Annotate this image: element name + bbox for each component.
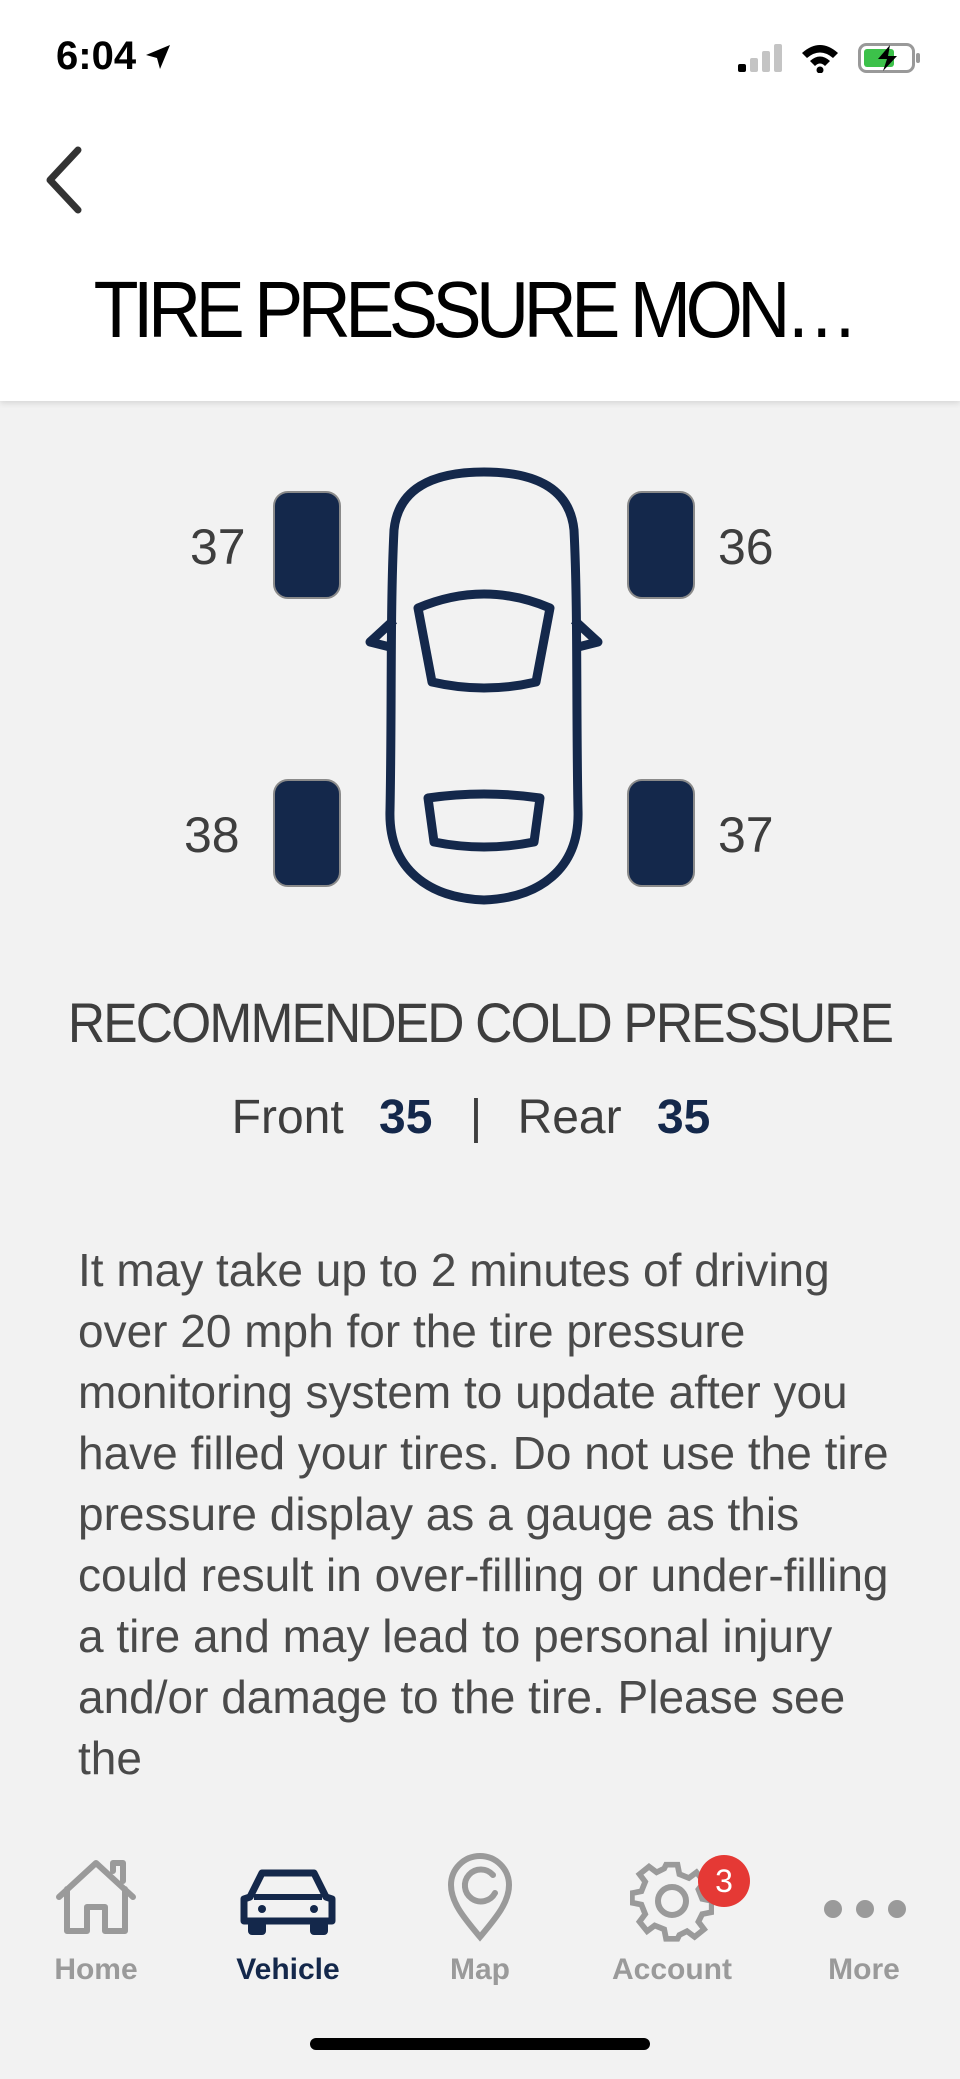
home-icon <box>56 1860 136 1934</box>
back-button[interactable] <box>38 140 98 220</box>
tab-more[interactable]: More <box>768 1815 960 1995</box>
tab-home-label: Home <box>54 1953 138 1986</box>
tire-front-right-value: 36 <box>718 519 774 575</box>
pressure-separator: | <box>469 1091 483 1144</box>
front-value: 35 <box>379 1091 433 1144</box>
tab-account-label: Account <box>612 1953 732 1986</box>
tire-front-left-value: 37 <box>190 519 246 575</box>
car-icon <box>240 1869 336 1935</box>
status-time: 6:04 <box>56 34 172 79</box>
tab-vehicle-label: Vehicle <box>236 1953 340 1986</box>
chevron-left-icon <box>46 146 82 214</box>
signal-icon <box>738 44 782 72</box>
tire-rear-left-value: 38 <box>184 807 240 863</box>
tire-rear-right-value: 37 <box>718 807 774 863</box>
more-icon <box>824 1900 906 1918</box>
wifi-icon <box>802 45 838 73</box>
battery-icon <box>858 43 920 73</box>
status-icons <box>738 42 922 74</box>
home-indicator <box>310 2038 650 2050</box>
tpms-info-text: It may take up to 2 minutes of driving o… <box>78 1244 889 1784</box>
tab-vehicle[interactable]: Vehicle <box>192 1815 384 1995</box>
recommended-heading: RECOMMENDED COLD PRESSURE <box>67 991 894 1054</box>
page-title: TIRE PRESSURE MONITORI... <box>93 270 867 350</box>
rear-value: 35 <box>656 1091 711 1144</box>
tab-home[interactable]: Home <box>0 1815 192 1995</box>
header: 6:04 TIRE PRESSURE MONITORI... <box>0 0 960 401</box>
recommended-pressure-row: Front 35 | Rear 35 <box>0 1090 960 1145</box>
tab-more-label: More <box>828 1953 900 1986</box>
car-top-view-icon <box>273 467 695 905</box>
tab-map[interactable]: Map <box>384 1815 576 1995</box>
status-time-text: 6:04 <box>56 34 137 78</box>
notification-badge: 3 <box>698 1855 750 1907</box>
rear-label: Rear <box>517 1091 622 1144</box>
tire-diagram: 37 36 38 37 <box>0 450 960 920</box>
front-label: Front <box>231 1091 344 1144</box>
tab-account[interactable]: 3 Account <box>576 1815 768 1995</box>
tab-map-label: Map <box>450 1953 510 1986</box>
location-arrow-icon <box>146 44 171 69</box>
map-pin-icon <box>447 1853 513 1942</box>
